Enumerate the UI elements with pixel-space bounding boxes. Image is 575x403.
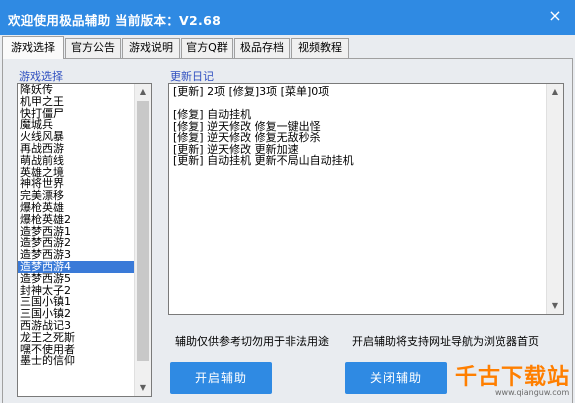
- game-listbox[interactable]: 降妖传 机甲之王 快打僵尸 魔城兵 火线风暴 再战西游 萌战前线 英雄之境 神将世界 完美漂移 爆枪…: [17, 83, 152, 397]
- update-log-box[interactable]: [更新] 2项 [修复]3项 [菜单]0项 [修复] 自动挂机 [修复] 逆天修改 …: [168, 83, 564, 315]
- tab-qq-group[interactable]: 官方Q群: [181, 38, 233, 58]
- tab-divider: [64, 58, 573, 59]
- update-log-lines: [更新] 2项 [修复]3项 [菜单]0项 [修复] 自动挂机 [修复] 逆天修改 …: [173, 86, 543, 167]
- log-line: [修复] 逆天修改 修复无敌秒杀: [173, 131, 321, 144]
- stop-assist-button[interactable]: 关闭辅助: [345, 362, 447, 394]
- log-line: [更新] 自动挂机 更新不局山自动挂机: [173, 154, 354, 167]
- scroll-up-icon[interactable]: ▲: [135, 84, 151, 100]
- log-line: [修复] 自动挂机: [173, 108, 252, 121]
- tab-game-select[interactable]: 游戏选择: [2, 36, 64, 59]
- tab-game-guide[interactable]: 游戏说明: [122, 38, 180, 58]
- game-list-label: 游戏选择: [19, 70, 63, 83]
- scroll-thumb[interactable]: [137, 101, 149, 361]
- list-item[interactable]: 萌战前线: [18, 154, 136, 167]
- start-assist-button[interactable]: 开启辅助: [170, 362, 272, 394]
- tab-video-tutorial[interactable]: 视频教程: [291, 38, 349, 58]
- tab-announcement[interactable]: 官方公告: [65, 38, 121, 58]
- tab-save-archive[interactable]: 极品存档: [234, 38, 290, 58]
- watermark-logo-text: 千古下载站: [455, 365, 571, 390]
- usage-notice: 辅助仅供参考切勿用于非法用途: [175, 335, 329, 348]
- update-log-scrollbar[interactable]: ▲ ▼: [546, 84, 563, 314]
- log-line: [更新] 2项 [修复]3项 [菜单]0项: [173, 85, 330, 98]
- site-watermark: 千古下载站 www.qianguw.com: [455, 359, 571, 399]
- scroll-down-icon[interactable]: ▼: [547, 298, 563, 314]
- homepage-notice: 开启辅助将支持网址导航为浏览器首页: [352, 335, 539, 348]
- list-item[interactable]: 爆枪英雄: [18, 202, 136, 214]
- window-title: 欢迎使用极品辅助 当前版本：V2.68: [8, 13, 222, 28]
- watermark-url: www.qianguw.com: [495, 388, 570, 397]
- game-list-items: 降妖传 机甲之王 快打僵尸 魔城兵 火线风暴 再战西游 萌战前线 英雄之境 神将世界 完美漂移 爆枪…: [18, 84, 136, 367]
- list-item[interactable]: 西游战记3: [18, 320, 136, 332]
- list-item[interactable]: 机甲之王: [18, 95, 136, 108]
- game-list-scrollbar[interactable]: ▲ ▼: [134, 84, 151, 396]
- list-item[interactable]: 再战西游: [18, 143, 136, 155]
- list-item[interactable]: 龙王之死斯: [18, 331, 136, 344]
- scroll-down-icon[interactable]: ▼: [135, 380, 151, 396]
- list-item[interactable]: 爆枪英雄2: [18, 213, 136, 226]
- close-icon[interactable]: ×: [547, 8, 563, 24]
- scroll-up-icon[interactable]: ▲: [547, 84, 563, 100]
- tab-strip: 游戏选择 官方公告 游戏说明 官方Q群 极品存档 视频教程: [2, 36, 573, 59]
- title-bar: 欢迎使用极品辅助 当前版本：V2.68 ×: [0, 0, 575, 35]
- list-item[interactable]: 造梦西游4: [18, 261, 136, 273]
- list-item[interactable]: 墨士的信仰: [18, 355, 136, 367]
- update-log-label: 更新日记: [170, 70, 214, 83]
- list-item[interactable]: 造梦西游5: [18, 272, 136, 285]
